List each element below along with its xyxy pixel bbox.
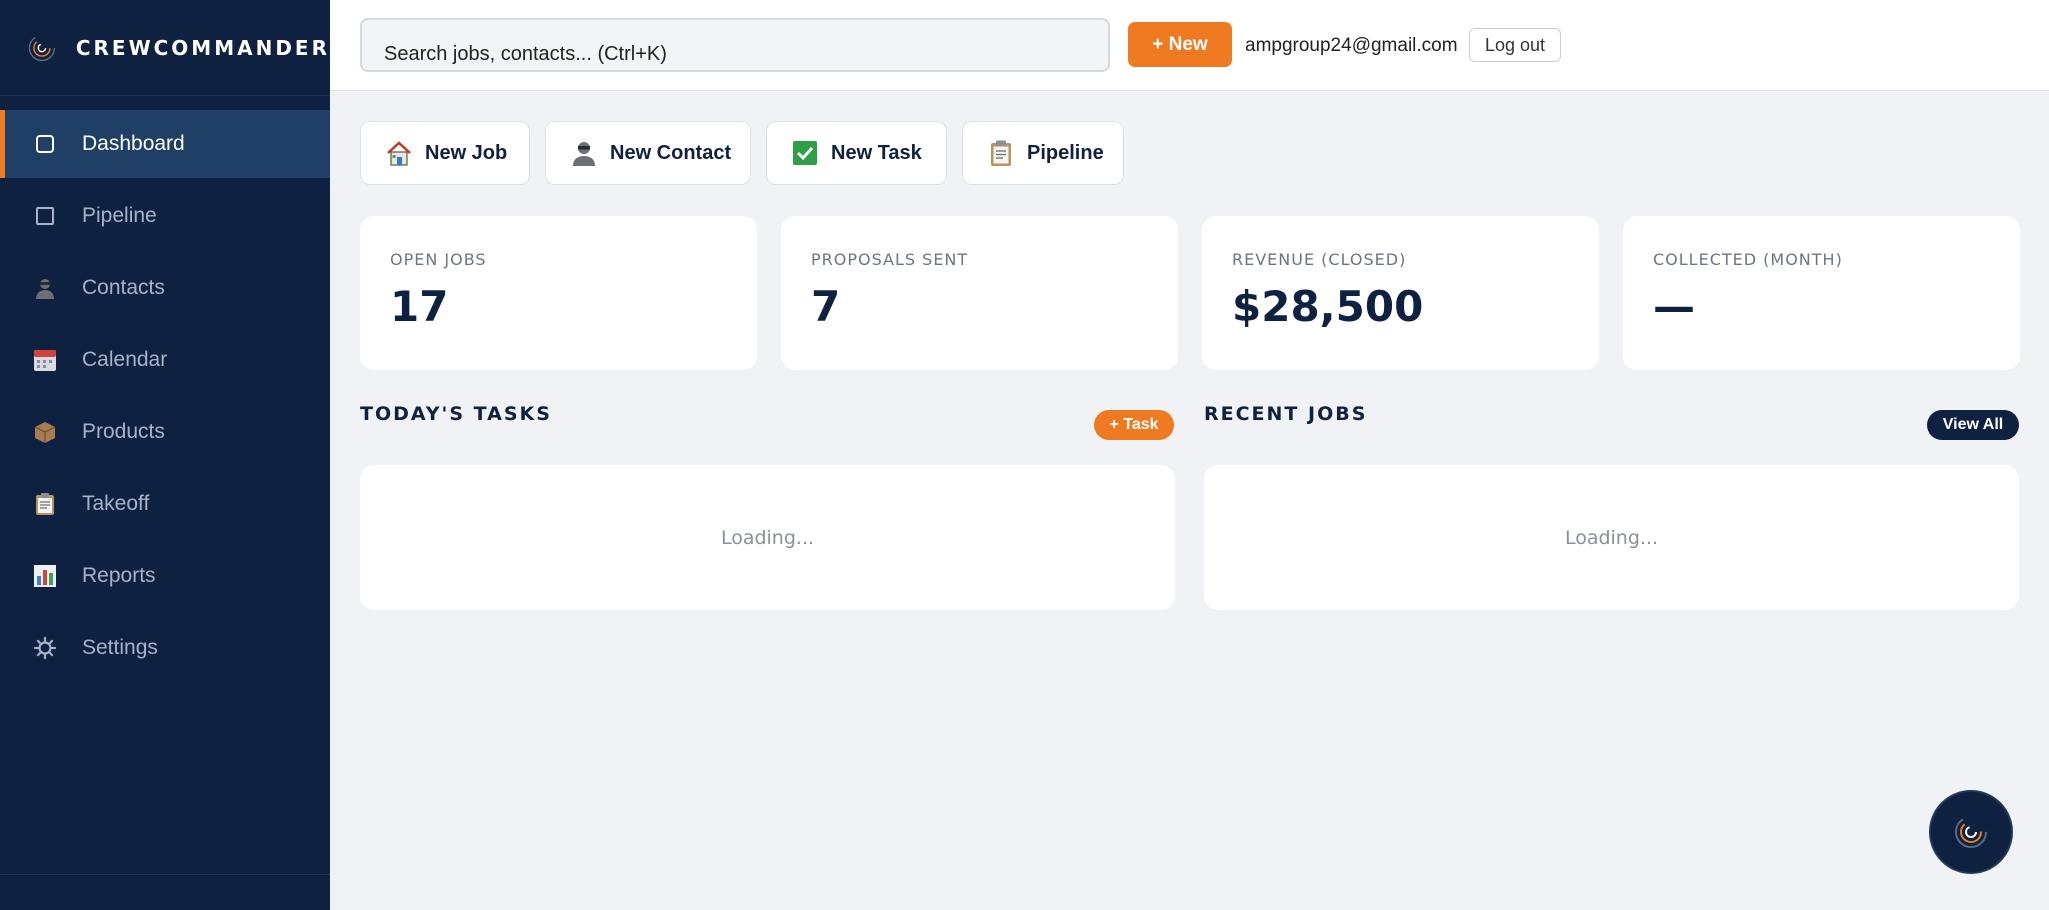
topbar: + New ampgroup24@gmail.com Log out xyxy=(330,0,2049,91)
stat-label: PROPOSALS SENT xyxy=(811,250,969,269)
stat-card-proposals-sent: PROPOSALS SENT 7 xyxy=(781,216,1178,370)
sidebar-item-label: Calendar xyxy=(82,348,168,371)
package-icon xyxy=(32,419,58,445)
new-contact-button[interactable]: New Contact xyxy=(545,121,751,185)
clipboard-icon xyxy=(32,491,58,517)
stat-value: $28,500 xyxy=(1232,282,1424,331)
add-task-button[interactable]: + Task xyxy=(1094,410,1174,440)
sidebar-item-reports[interactable]: Reports xyxy=(0,542,330,610)
square-outline-icon xyxy=(32,131,58,157)
sidebar-item-label: Products xyxy=(82,420,165,443)
pipeline-button[interactable]: Pipeline xyxy=(962,121,1124,185)
todays-tasks-panel: Loading... xyxy=(360,465,1175,610)
logout-button[interactable]: Log out xyxy=(1469,28,1561,62)
sidebar-item-label: Reports xyxy=(82,564,156,587)
loading-text: Loading... xyxy=(720,526,815,549)
clipboard-icon xyxy=(991,140,1011,166)
stat-card-revenue-closed: REVENUE (CLOSED) $28,500 xyxy=(1202,216,1599,370)
quick-action-label: New Task xyxy=(831,141,922,164)
sidebar-item-pipeline[interactable]: Pipeline xyxy=(0,182,330,250)
sidebar-item-label: Pipeline xyxy=(82,204,157,227)
assistant-fab[interactable] xyxy=(1929,790,2013,874)
stat-value: — xyxy=(1653,282,1695,331)
logo-icon xyxy=(28,34,56,61)
recent-jobs-panel: Loading... xyxy=(1204,465,2019,610)
house-icon xyxy=(387,141,411,166)
sidebar-nav: Dashboard Pipeline Contacts Calendar Pro… xyxy=(0,110,330,682)
quick-action-label: New Contact xyxy=(610,141,732,164)
quick-action-label: Pipeline xyxy=(1027,141,1104,164)
sidebar-footer xyxy=(0,874,330,910)
stat-label: REVENUE (CLOSED) xyxy=(1232,250,1407,269)
brand-name: CREWCOMMANDER xyxy=(75,35,330,60)
stat-label: COLLECTED (MONTH) xyxy=(1653,250,1843,269)
calendar-icon xyxy=(32,347,58,373)
person-icon xyxy=(32,275,58,301)
bar-chart-icon xyxy=(32,563,58,589)
quick-action-label: New Job xyxy=(425,141,508,164)
sidebar-item-label: Contacts xyxy=(82,276,165,299)
square-outline-icon xyxy=(32,203,58,229)
new-task-button[interactable]: New Task xyxy=(766,121,947,185)
new-button[interactable]: + New xyxy=(1128,22,1232,67)
sidebar-item-dashboard[interactable]: Dashboard xyxy=(0,110,330,178)
sidebar-item-calendar[interactable]: Calendar xyxy=(0,326,330,394)
loading-text: Loading... xyxy=(1564,526,1659,549)
stat-value: 7 xyxy=(811,282,841,331)
stat-value: 17 xyxy=(390,282,449,331)
person-icon xyxy=(573,142,595,166)
sidebar-item-takeoff[interactable]: Takeoff xyxy=(0,470,330,538)
recent-jobs-title: RECENT JOBS xyxy=(1204,403,1368,425)
sidebar-item-label: Settings xyxy=(82,636,158,659)
checkbox-icon xyxy=(793,141,817,165)
logo-icon xyxy=(1955,816,1987,848)
sidebar-item-contacts[interactable]: Contacts xyxy=(0,254,330,322)
sidebar-item-settings[interactable]: Settings xyxy=(0,614,330,682)
sidebar-item-products[interactable]: Products xyxy=(0,398,330,466)
search-input[interactable] xyxy=(360,18,1110,72)
brand[interactable]: CREWCOMMANDER xyxy=(0,0,330,96)
view-all-button[interactable]: View All xyxy=(1927,410,2019,440)
sidebar-item-label: Dashboard xyxy=(82,132,185,155)
stat-card-collected-month: COLLECTED (MONTH) — xyxy=(1623,216,2020,370)
new-job-button[interactable]: New Job xyxy=(360,121,530,185)
todays-tasks-title: TODAY'S TASKS xyxy=(360,403,552,425)
stat-card-open-jobs: OPEN JOBS 17 xyxy=(360,216,757,370)
sidebar-item-label: Takeoff xyxy=(82,492,150,515)
stat-label: OPEN JOBS xyxy=(390,250,487,269)
sidebar: CREWCOMMANDER Dashboard Pipeline Contact… xyxy=(0,0,330,910)
user-email: ampgroup24@gmail.com xyxy=(1245,35,1458,56)
gear-icon xyxy=(32,635,58,661)
